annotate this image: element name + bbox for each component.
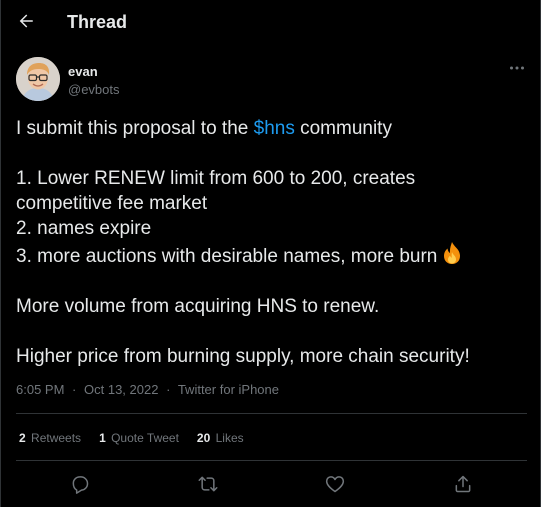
tweet-line: 2. names expire [16,218,152,239]
share-button[interactable] [445,466,481,502]
divider [16,413,527,414]
likes-label: Likes [215,431,244,445]
user-avatar-icon [16,57,60,101]
retweets-stat[interactable]: 2 Retweets [19,431,81,445]
share-icon [455,475,471,493]
meta-separator: · [166,382,171,397]
tweet-meta: 6:05 PM · Oct 13, 2022 · Twitter for iPh… [16,382,279,397]
likes-stat[interactable]: 20 Likes [197,431,244,445]
tweet-date[interactable]: Oct 13, 2022 [84,382,158,397]
tweet-time[interactable]: 6:05 PM [16,382,64,397]
more-options-button[interactable] [503,58,531,78]
tweet-source[interactable]: Twitter for iPhone [178,382,279,397]
author-handle[interactable]: @evbots [68,82,120,97]
tweet-line: competitive fee market [16,193,208,214]
cashtag-link[interactable]: $hns [254,118,295,139]
header-bar: Thread [1,0,540,46]
reply-button[interactable] [62,466,98,502]
quotes-stat[interactable]: 1 Quote Tweet [99,431,179,445]
tweet-text-segment: 3. more auctions with desirable names, m… [16,246,438,267]
engagement-stats: 2 Retweets 1 Quote Tweet 20 Likes [19,431,244,445]
author-name[interactable]: evan [68,64,98,79]
likes-count: 20 [196,431,211,445]
retweet-icon [198,476,218,492]
arrow-left-icon [19,14,33,28]
fire-emoji-icon [444,242,461,264]
quotes-label: Quote Tweet [111,431,179,445]
quotes-count: 1 [99,431,106,445]
tweet-line: I submit this proposal to the $hns commu… [16,116,531,141]
page-title: Thread [67,12,128,32]
thread-view: Thread evan @evbots I submit this propos… [0,0,541,507]
tweet-line: More volume from acquiring HNS to renew. [16,296,380,317]
heart-icon [326,476,345,493]
reply-icon [72,476,89,494]
retweets-label: Retweets [31,431,82,445]
tweet-line: Higher price from burning supply, more c… [16,346,470,367]
tweet-text-segment: community [294,118,392,139]
tweet-line: 1. Lower RENEW limit from 600 to 200, cr… [16,168,416,189]
more-dots-icon [510,66,524,70]
action-bar [16,466,527,502]
tweet-text-segment: I submit this proposal to the [16,118,254,139]
retweet-button[interactable] [190,466,226,502]
meta-separator: · [72,382,77,397]
tweet-text: I submit this proposal to the $hns commu… [16,116,531,369]
retweets-count: 2 [19,431,26,445]
tweet-line: 3. more auctions with desirable names, m… [16,241,531,269]
like-button[interactable] [317,466,353,502]
avatar[interactable] [16,57,60,101]
back-button[interactable] [9,4,43,38]
divider [16,460,527,461]
